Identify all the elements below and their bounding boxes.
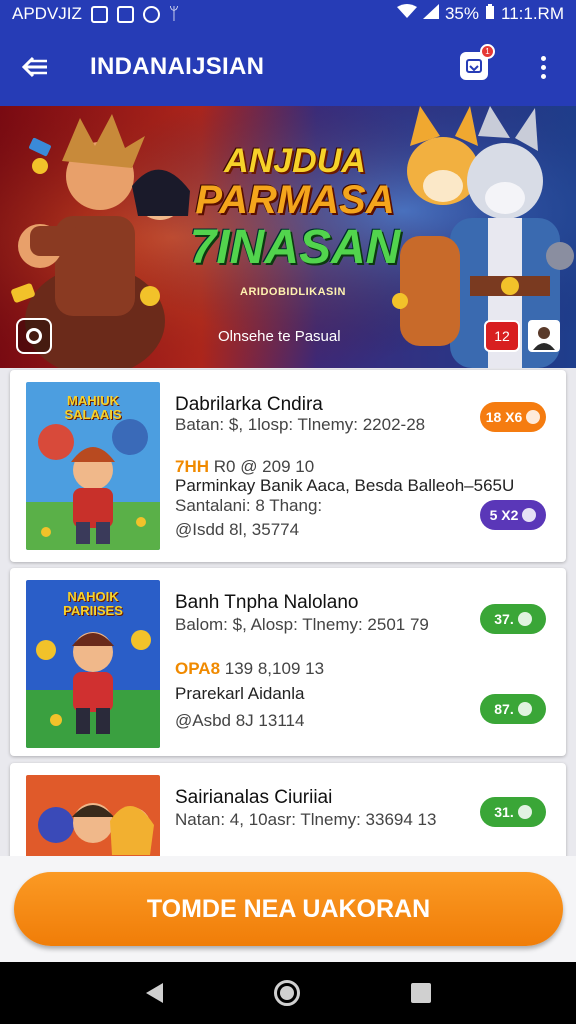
game-description-1b: Santalani: 8 Thang: (175, 496, 323, 515)
game-stats-1: @Isdd 8l, 35774 (175, 520, 300, 539)
nav-back-icon[interactable] (145, 983, 163, 1003)
game-meta-2: Balom: $, Alosp: Tlnemy: 2501 79 (175, 615, 429, 634)
thumbnail-title-2: NAHOIK PARIISES (63, 589, 123, 618)
status-left-text: APDVJIZ (12, 4, 82, 23)
reward-pill-3-top[interactable]: 31. (480, 797, 546, 827)
thumbnail-title-1: MAHIUK SALAAIS (64, 393, 122, 422)
banner-caption: Olnsehe te Pasual (218, 328, 341, 345)
coin-icon (517, 612, 532, 626)
app-bar: INDANAIJSIAN 1 (0, 28, 576, 106)
nav-recents-icon[interactable] (410, 983, 431, 1003)
battery-percent: 35% (444, 4, 479, 23)
reward-pill-2-bottom[interactable]: 87. (480, 694, 546, 724)
reward-pill-1-bottom[interactable]: 5 X2 (480, 500, 546, 530)
app-notification-icon (116, 5, 134, 23)
reward-pill-3-top-label: 31. (494, 804, 514, 820)
game-description-2: Prarekarl Aidanla (175, 684, 305, 703)
reward-pill-2-top-label: 37. (494, 611, 514, 627)
gallery-icon (90, 5, 108, 23)
sync-icon (142, 5, 160, 23)
game-description-1a: Parminkay Banik Aaca, Besda Balleoh–565U (175, 476, 515, 495)
battery-icon (485, 3, 495, 25)
signal-icon (422, 4, 439, 24)
status-time: 11:1.RM (501, 4, 564, 23)
system-nav-bar (0, 962, 576, 1024)
banner-title-line-2: PARMASA (195, 178, 395, 222)
banner-title: ANJDUA PARMASA 7INASAN (170, 144, 420, 272)
game-card-2[interactable]: NAHOIK PARIISES Banh Tnpha Nalolano Balo… (10, 568, 566, 756)
gem-icon (522, 508, 537, 522)
notification-icon[interactable]: 1 (460, 44, 495, 80)
coin-icon (517, 805, 532, 819)
game-card-1[interactable]: MAHIUK SALAAIS Dabrilarka Cndira Batan: … (10, 370, 566, 562)
reward-pill-1-top[interactable]: 18 X6 (480, 402, 546, 432)
app-title: INDANAIJSIAN (90, 53, 265, 80)
banner-subtitle: ARIDOBIDLIKASIN (240, 286, 346, 298)
game-title-1: Dabrilarka Cndira (175, 394, 323, 415)
game-highlight-row-1: 7HH R0 @ 209 10 (175, 457, 314, 477)
reward-pill-2-bottom-label: 87. (494, 701, 514, 717)
reward-pill-1-bottom-label: 5 X2 (489, 507, 519, 523)
game-highlight-2: OPA8 (175, 659, 221, 678)
banner-badge[interactable]: 12 (484, 320, 520, 352)
game-thumbnail-2[interactable]: NAHOIK PARIISES (26, 580, 160, 748)
primary-cta-button[interactable]: TOMDE NEA UAKORAN (14, 872, 563, 946)
banner-title-line-3: 7INASAN (189, 221, 401, 274)
banner-title-line-1: ANJDUA (224, 142, 366, 180)
avatar[interactable] (528, 320, 560, 352)
nav-home-icon[interactable] (273, 980, 300, 1006)
game-meta-3: Natan: 4, 10asr: Tlnemy: 33694 13 (175, 810, 437, 829)
game-title-2: Banh Tnpha Nalolano (175, 592, 359, 613)
coin-icon (517, 702, 532, 716)
game-highlight-rest-1: R0 @ 209 10 (209, 457, 315, 476)
game-highlight-row-2: OPA8 139 8,109 13 (175, 659, 324, 679)
game-title-3: Sairianalas Ciuriiai (175, 787, 333, 808)
usb-icon: ᛘ (168, 4, 180, 23)
game-meta-1: Batan: $, 1losp: Tlnemy: 2202-28 (175, 415, 426, 434)
reward-pill-2-top[interactable]: 37. (480, 604, 546, 634)
coin-icon (526, 410, 541, 424)
promo-banner[interactable]: ANJDUA PARMASA 7INASAN ARIDOBIDLIKASIN O… (0, 106, 576, 368)
wifi-icon (396, 4, 417, 24)
back-arrow-icon[interactable] (0, 28, 70, 106)
notification-badge: 1 (480, 44, 495, 59)
status-bar: APDVJIZ ᛘ 35% 11:1.RM (0, 0, 576, 28)
game-highlight-1: 7HH (175, 457, 210, 476)
banner-camera-icon[interactable] (16, 318, 52, 354)
game-thumbnail-1[interactable]: MAHIUK SALAAIS (26, 382, 160, 550)
game-highlight-rest-2: 139 8,109 13 (220, 659, 325, 678)
game-stats-2: @Asbd 8J 13114 (175, 711, 305, 730)
more-vert-icon[interactable] (528, 50, 558, 84)
reward-pill-1-top-label: 18 X6 (485, 409, 523, 425)
